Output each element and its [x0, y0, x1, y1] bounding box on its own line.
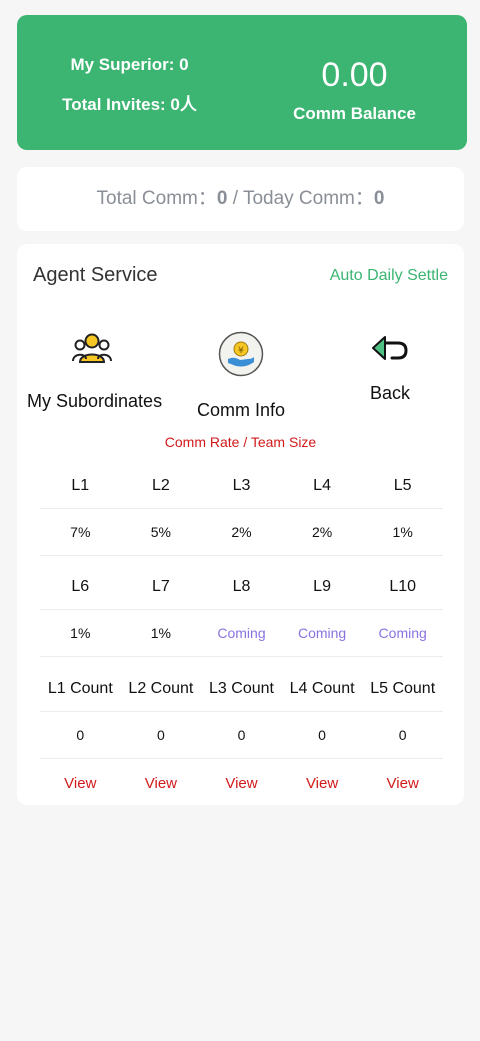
level-label: L8 [232, 578, 251, 595]
rates-row-2: 1% 1% Coming Coming Coming [40, 610, 443, 657]
rate-value: 1% [392, 524, 413, 540]
rate-coming: Coming [378, 625, 427, 641]
total-comm-value: 0 [216, 188, 228, 209]
count-value: 0 [318, 727, 326, 743]
rate-coming: Coming [217, 625, 266, 641]
count-header: L2 Count [128, 680, 194, 697]
balance-value: 0.00 [321, 56, 388, 94]
summary-card: My Superior: 0 Total Invites: 0人 0.00 Co… [17, 15, 467, 150]
level-label: L4 [313, 477, 331, 494]
svg-text:¥: ¥ [238, 346, 244, 356]
view-l4-link[interactable]: View [282, 760, 363, 807]
view-l1-link[interactable]: View [40, 760, 121, 807]
level-label: L9 [313, 578, 331, 595]
back-arrow-icon [340, 334, 440, 371]
comm-rate-title: Comm Rate / Team Size [164, 434, 317, 450]
view-l5-link[interactable]: View [362, 760, 443, 807]
my-subordinates-label: My Subordinates [27, 391, 163, 411]
level-label: L7 [151, 578, 170, 595]
balance-label: Comm Balance [293, 104, 416, 123]
rate-value: 5% [150, 524, 171, 540]
count-header: L4 Count [289, 680, 355, 697]
group-icon [27, 332, 157, 371]
auto-settle-label: Auto Daily Settle [329, 267, 448, 284]
count-header-row: L1 Count L2 Count L3 Count L4 Count L5 C… [40, 665, 443, 712]
comm-info-button[interactable]: ¥ Comm Info [176, 331, 306, 421]
comm-separator: / [227, 188, 243, 209]
rate-value: 2% [311, 524, 333, 540]
back-label: Back [369, 383, 411, 403]
comm-summary-card: Total Comm：0 / Today Comm：0 [17, 167, 464, 231]
comm-info-label: Comm Info [196, 400, 286, 420]
rate-value: 2% [231, 524, 252, 540]
level-label: L1 [71, 477, 90, 494]
count-value: 0 [156, 727, 165, 743]
rate-coming: Coming [297, 625, 347, 641]
count-value: 0 [237, 727, 246, 743]
invites-text: Total Invites: 0人 [62, 95, 197, 114]
total-comm-label: Total Comm： [96, 188, 217, 209]
level-label: L5 [393, 477, 412, 494]
level-label: L6 [71, 578, 90, 595]
rate-value: 1% [150, 625, 171, 641]
view-l2-link[interactable]: View [121, 760, 202, 807]
rate-value: 7% [70, 524, 91, 540]
count-header: L5 Count [370, 680, 436, 697]
money-hand-icon: ¥ [176, 331, 306, 382]
count-value: 0 [76, 727, 85, 743]
summary-right: 0.00 Comm Balance [242, 15, 467, 150]
count-header: L3 Count [209, 680, 274, 697]
level-label: L2 [151, 477, 170, 494]
rate-value: 1% [70, 625, 91, 641]
view-l3-link[interactable]: View [201, 760, 282, 807]
today-comm-label: Today Comm： [242, 188, 374, 209]
back-button[interactable]: Back [340, 334, 440, 404]
agent-service-title: Agent Service [33, 264, 158, 286]
my-subordinates-button[interactable]: My Subordinates [27, 332, 163, 412]
levels-row-1: L1 L2 L3 L4 L5 [40, 462, 443, 509]
count-value: 0 [398, 727, 407, 743]
level-label: L3 [232, 477, 251, 494]
view-row: View View View View View [40, 760, 443, 807]
levels-row-2: L6 L7 L8 L9 L10 [40, 563, 443, 610]
count-header: L1 Count [47, 680, 113, 697]
count-value-row: 0 0 0 0 0 [40, 712, 443, 759]
rates-row-1: 7% 5% 2% 2% 1% [40, 509, 443, 556]
agent-service-card: Agent Service Auto Daily Settle My Subor… [17, 244, 464, 805]
superior-text: My Superior: 0 [70, 55, 189, 74]
summary-left: My Superior: 0 Total Invites: 0人 [17, 15, 242, 150]
level-label: L10 [389, 578, 417, 595]
today-comm-value: 0 [373, 188, 385, 209]
